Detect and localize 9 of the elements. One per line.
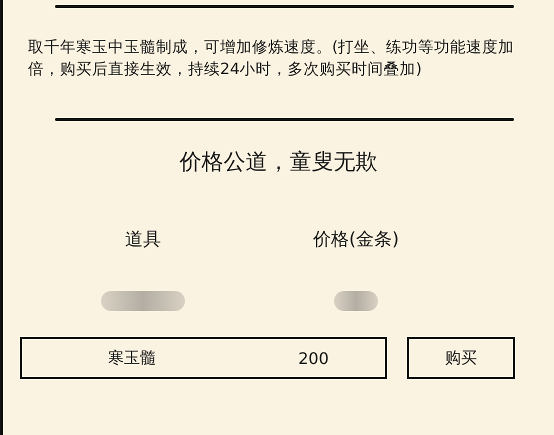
column-header: 价格(金条) xyxy=(312,228,400,251)
blurred-mark xyxy=(334,291,378,311)
item-name: 寒玉髓 xyxy=(108,348,156,368)
buy-button[interactable]: 购买 xyxy=(407,337,515,379)
column-header: 道具 xyxy=(125,228,161,251)
item-price: 200 xyxy=(298,348,329,368)
shop-heading: 价格公道，童叟无欺 xyxy=(180,149,378,177)
item-row[interactable]: 寒玉髓 200 xyxy=(20,337,387,379)
item-description: 取千年寒玉中玉髓制成，可增加修炼速度。(打坐、练功等功能速度加倍，购买后直接生效，持续24小时，多次购买时间叠加) xyxy=(28,37,516,80)
